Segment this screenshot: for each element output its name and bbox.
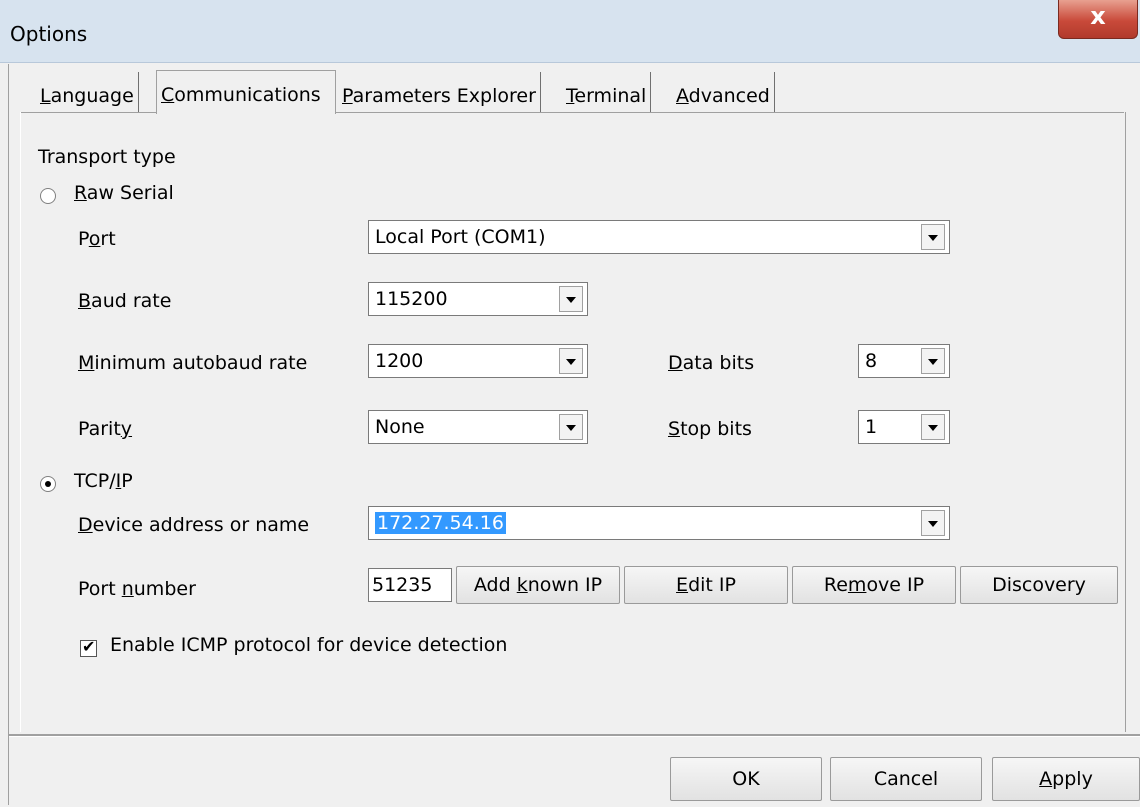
chevron-down-icon[interactable] <box>559 348 583 374</box>
edit-ip-button[interactable]: Edit IP <box>624 566 788 604</box>
icmp-label[interactable]: Enable ICMP protocol for device detectio… <box>110 634 507 656</box>
close-icon: x <box>1090 2 1106 30</box>
discovery-button[interactable]: Discovery <box>960 566 1118 604</box>
remove-ip-button[interactable]: Remove IP <box>792 566 956 604</box>
footer-divider <box>9 734 1140 737</box>
data-bits-label: Data bits <box>668 352 755 374</box>
chevron-down-icon[interactable] <box>559 286 583 312</box>
stop-bits-label: Stop bits <box>668 418 752 440</box>
min-autobaud-label: Minimum autobaud rate <box>78 352 308 374</box>
chevron-down-icon[interactable] <box>921 348 945 374</box>
tab-advanced[interactable]: Advanced <box>672 72 775 112</box>
chevron-down-icon[interactable] <box>921 224 945 250</box>
add-known-ip-button[interactable]: Add known IP <box>456 566 620 604</box>
baud-rate-select[interactable]: 115200 <box>368 282 588 316</box>
device-address-input[interactable]: 172.27.54.16 <box>368 506 950 540</box>
port-number-label: Port number <box>78 578 196 600</box>
window-title: Options <box>10 22 88 46</box>
port-select[interactable]: Local Port (COM1) <box>368 220 950 254</box>
close-button[interactable]: x <box>1058 0 1138 39</box>
chevron-down-icon[interactable] <box>921 414 945 440</box>
tab-communications[interactable]: Communications <box>156 70 336 114</box>
ok-button[interactable]: OK <box>670 757 822 801</box>
apply-button[interactable]: Apply <box>992 757 1140 801</box>
tcpip-radio[interactable] <box>40 476 56 492</box>
raw-serial-radio[interactable] <box>40 188 56 204</box>
cancel-button[interactable]: Cancel <box>830 757 982 801</box>
chevron-down-icon[interactable] <box>559 414 583 440</box>
transport-type-heading: Transport type <box>38 146 176 168</box>
raw-serial-label[interactable]: Raw Serial <box>74 182 174 204</box>
parity-select[interactable]: None <box>368 410 588 444</box>
baud-rate-label: Baud rate <box>78 290 172 312</box>
device-address-label: Device address or name <box>78 514 310 536</box>
title-bar <box>0 0 1140 63</box>
port-number-input[interactable]: 51235 <box>368 568 452 602</box>
radio-selected-dot <box>45 481 51 487</box>
checkmark-icon: ✔ <box>82 637 96 656</box>
tab-terminal[interactable]: Terminal <box>562 72 652 112</box>
port-label: Port <box>78 228 116 250</box>
icmp-checkbox[interactable]: ✔ <box>80 637 97 657</box>
tab-language[interactable]: Language <box>36 72 139 112</box>
chevron-down-icon[interactable] <box>921 510 945 536</box>
data-bits-select[interactable]: 8 <box>858 344 950 378</box>
parity-label: Parity <box>78 418 133 440</box>
stop-bits-select[interactable]: 1 <box>858 410 950 444</box>
tab-parameters-explorer[interactable]: Parameters Explorer <box>338 72 541 112</box>
min-autobaud-select[interactable]: 1200 <box>368 344 588 378</box>
tcpip-label[interactable]: TCP/IP <box>74 470 133 492</box>
